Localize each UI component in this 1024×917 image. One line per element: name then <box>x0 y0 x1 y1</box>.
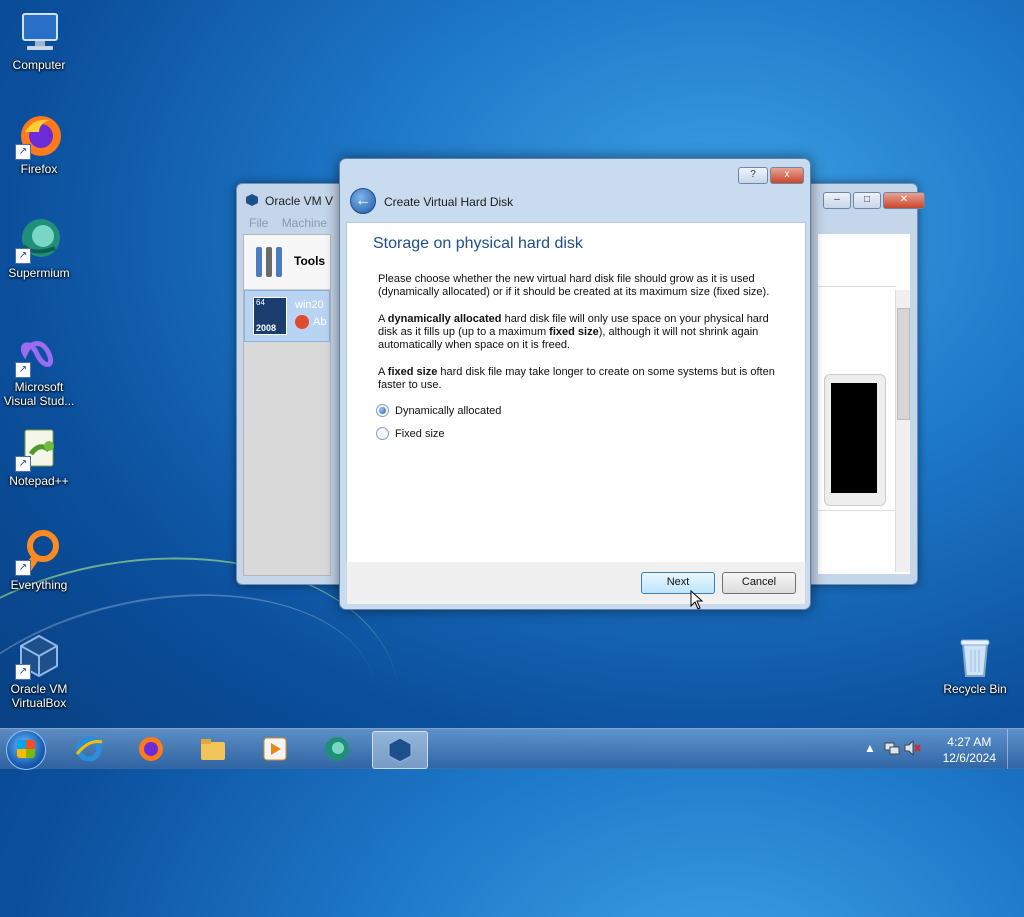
dialog-footer: Next Cancel <box>346 562 806 605</box>
desktop-icon-supermium[interactable]: ↗ Supermium <box>0 216 78 280</box>
desktop-icon-everything[interactable]: ↗ Everything <box>0 528 78 592</box>
notepadpp-icon: ↗ <box>15 424 63 472</box>
clock[interactable]: 4:27 AM 12/6/2024 <box>943 734 996 766</box>
dynamic-explanation: A dynamically allocated hard disk file w… <box>378 313 769 351</box>
vm-list-item[interactable]: 64 2008 win20 Ab <box>244 290 330 342</box>
page-heading: Storage on physical hard disk <box>373 235 583 252</box>
desktop-icon-label: Notepad++ <box>9 474 69 488</box>
taskbar: ▲ 4:27 AM 12/6/2024 <box>0 728 1024 770</box>
create-virtual-hard-disk-dialog[interactable]: ? x ← Create Virtual Hard Disk Storage o… <box>339 158 811 610</box>
mouse-cursor-icon <box>690 589 704 613</box>
vm-name: win20 <box>295 299 324 311</box>
taskbar-explorer[interactable] <box>186 731 240 767</box>
show-desktop-button[interactable] <box>1007 729 1018 769</box>
shortcut-arrow-icon: ↗ <box>15 456 31 472</box>
window-controls: – □ ✕ <box>823 192 925 209</box>
back-arrow-icon: ← <box>355 192 371 209</box>
desktop-icon-notepadpp[interactable]: ↗ Notepad++ <box>0 424 78 488</box>
dialog-title: Create Virtual Hard Disk <box>384 195 514 209</box>
shortcut-arrow-icon: ↗ <box>15 248 31 264</box>
everything-icon: ↗ <box>15 528 63 576</box>
desktop-icon-recycle-bin[interactable]: Recycle Bin <box>936 632 1014 696</box>
desktop-icon-label: Recycle Bin <box>943 682 1007 696</box>
desktop-icon-virtualbox[interactable]: ↗ Oracle VM VirtualBox <box>0 632 78 710</box>
virtualbox-icon: ↗ <box>15 632 63 680</box>
taskbar-firefox[interactable] <box>124 731 178 767</box>
virtualbox-icon <box>388 737 412 763</box>
scrollbar-thumb[interactable] <box>897 308 910 420</box>
network-icon[interactable] <box>884 740 900 759</box>
clock-time: 4:27 AM <box>947 735 992 749</box>
desktop-icon-label: Firefox <box>20 162 58 176</box>
system-tray: ▲ 4:27 AM 12/6/2024 <box>858 729 1018 769</box>
folder-icon <box>201 739 225 760</box>
radio-button[interactable] <box>376 427 389 440</box>
clock-date: 12/6/2024 <box>942 751 996 765</box>
tools-icon <box>254 245 284 282</box>
machine-list: Tools 64 2008 win20 Ab <box>243 234 331 576</box>
taskbar-supermium[interactable] <box>310 731 364 767</box>
taskbar-virtualbox[interactable] <box>372 731 428 769</box>
tools-label: Tools <box>294 254 326 268</box>
maximize-button[interactable]: □ <box>853 192 881 209</box>
help-button[interactable]: ? <box>738 167 768 184</box>
radio-label: Fixed size <box>395 427 445 440</box>
details-pane <box>817 234 910 574</box>
taskbar-media-player[interactable] <box>248 731 302 767</box>
volume-muted-icon[interactable] <box>904 739 922 759</box>
virtualbox-small-icon <box>245 193 259 210</box>
aborted-status-icon <box>295 315 309 329</box>
shortcut-arrow-icon: ↗ <box>15 560 31 576</box>
desktop-icon-label: Microsoft Visual Stud... <box>3 380 75 408</box>
supermium-icon <box>325 737 349 761</box>
wizard-page: Storage on physical hard disk Please cho… <box>346 222 806 564</box>
description-paragraph: Please choose whether the new virtual ha… <box>378 273 770 298</box>
taskbar-ie[interactable] <box>62 731 116 767</box>
visual-studio-icon: ↗ <box>15 330 63 378</box>
close-button[interactable]: x <box>770 167 804 184</box>
desktop-icon-computer[interactable]: Computer <box>0 8 78 72</box>
fixed-explanation: A fixed size hard disk file may take lon… <box>378 366 775 391</box>
desktop-icon-label: Everything <box>10 578 68 592</box>
shortcut-arrow-icon: ↗ <box>15 664 31 680</box>
menu-bar: File Machine <box>249 216 337 230</box>
menu-file[interactable]: File <box>249 216 268 230</box>
close-button[interactable]: ✕ <box>883 192 925 209</box>
radio-label: Dynamically allocated <box>395 404 502 417</box>
internet-explorer-icon <box>75 736 103 762</box>
radio-dynamically-allocated[interactable]: Dynamically allocated <box>376 404 501 417</box>
supermium-icon: ↗ <box>15 216 63 264</box>
vm-os-icon: 64 2008 <box>253 297 287 335</box>
cancel-button[interactable]: Cancel <box>722 572 796 594</box>
recycle-bin-icon <box>951 632 999 680</box>
firefox-icon: ↗ <box>15 112 63 160</box>
back-button[interactable]: ← <box>350 188 376 214</box>
details-scrollbar[interactable] <box>895 290 910 572</box>
dialog-controls: ? x <box>738 167 804 184</box>
window-title: Oracle VM V <box>265 194 334 208</box>
desktop-icon-label: Supermium <box>8 266 70 280</box>
radio-fixed-size[interactable]: Fixed size <box>376 427 445 440</box>
firefox-icon <box>139 737 163 761</box>
tools-item[interactable]: Tools <box>244 235 330 290</box>
desktop-icon-label: Oracle VM VirtualBox <box>10 682 68 710</box>
show-hidden-icons-icon[interactable]: ▲ <box>864 741 876 755</box>
shortcut-arrow-icon: ↗ <box>15 144 31 160</box>
computer-icon <box>15 8 63 56</box>
minimize-button[interactable]: – <box>823 192 851 209</box>
windows-logo-icon <box>17 740 35 758</box>
desktop-icon-firefox[interactable]: ↗ Firefox <box>0 112 78 176</box>
shortcut-arrow-icon: ↗ <box>15 362 31 378</box>
desktop-icon-visual-studio[interactable]: ↗ Microsoft Visual Stud... <box>0 330 78 408</box>
menu-machine[interactable]: Machine <box>282 216 327 230</box>
vm-state: Ab <box>313 316 327 328</box>
radio-button-selected[interactable] <box>376 404 389 417</box>
start-button[interactable] <box>6 730 46 770</box>
media-player-icon <box>263 737 287 761</box>
vm-preview <box>824 374 886 506</box>
desktop-icon-label: Computer <box>12 58 66 72</box>
